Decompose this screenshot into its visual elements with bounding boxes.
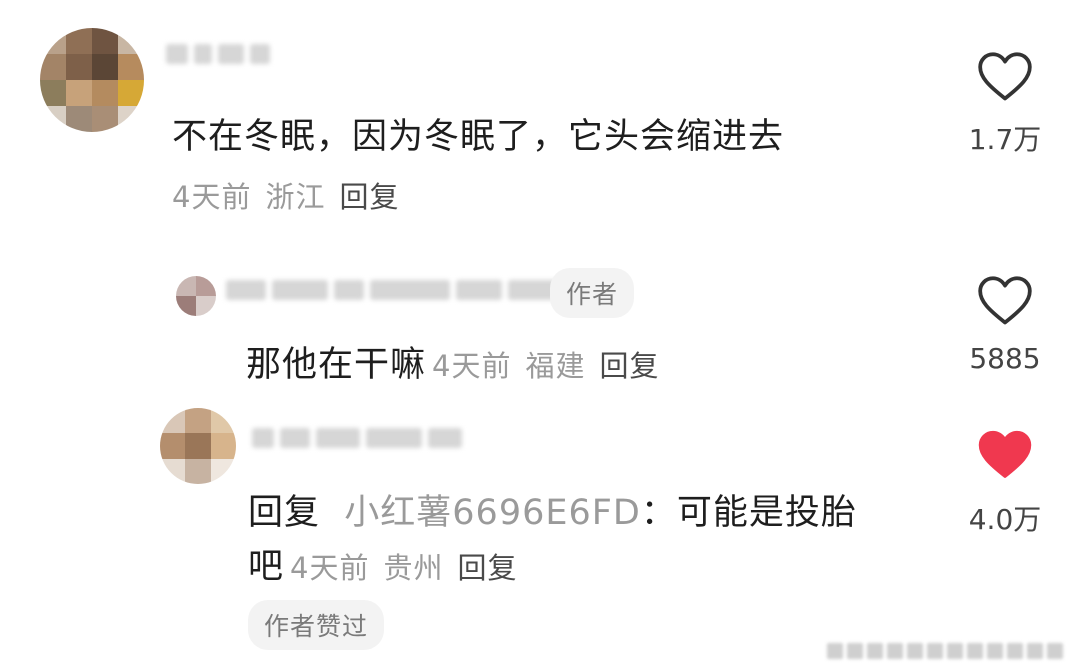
like-count: 5885 (969, 342, 1041, 375)
author-badge: 作者 (550, 268, 635, 318)
comment-location: 浙江 (265, 180, 326, 214)
comment-text-line2: 吧 4天前 贵州 回复 (248, 538, 518, 589)
heart-outline-icon[interactable] (976, 50, 1034, 102)
watermark (827, 643, 1063, 659)
comment-body: ：可能是投胎 (640, 493, 857, 533)
comment-text: 不在冬眠，因为冬眠了，它头会缩进去 (172, 117, 785, 157)
reply-button[interactable]: 回复 (339, 180, 399, 214)
author-liked-badge: 作者赞过 (248, 600, 385, 650)
comment-time: 4天前 (432, 349, 512, 383)
comment-body-continued: 吧 (248, 547, 285, 587)
comment-text-line1: 回复 小红薯6696E6FD：可能是投胎 (248, 484, 857, 535)
comment-text: 那他在干嘛 (246, 345, 427, 385)
comment-location: 贵州 (383, 551, 444, 585)
reply-button[interactable]: 回复 (457, 551, 517, 585)
replier-avatar[interactable] (160, 408, 236, 484)
replier-name[interactable] (252, 428, 462, 448)
commenter-avatar[interactable] (40, 28, 144, 132)
author-avatar[interactable] (176, 276, 216, 316)
like-count: 1.7万 (968, 123, 1042, 156)
commenter-name[interactable] (166, 44, 270, 64)
heart-outline-icon[interactable] (976, 274, 1034, 326)
reply-row: 那他在干嘛 4天前 福建 回复 (246, 336, 660, 387)
heart-filled-icon[interactable] (976, 428, 1034, 480)
mentioned-user-link[interactable]: 小红薯6696E6FD (344, 493, 641, 533)
like-count: 4.0万 (968, 503, 1042, 536)
comment-meta: 4天前 浙江 回复 (172, 174, 399, 216)
comment-time: 4天前 (290, 551, 370, 585)
reply-prefix: 回复 (248, 493, 321, 533)
comment-time: 4天前 (172, 180, 252, 214)
comment-location: 福建 (525, 349, 586, 383)
reply-button[interactable]: 回复 (599, 349, 659, 383)
